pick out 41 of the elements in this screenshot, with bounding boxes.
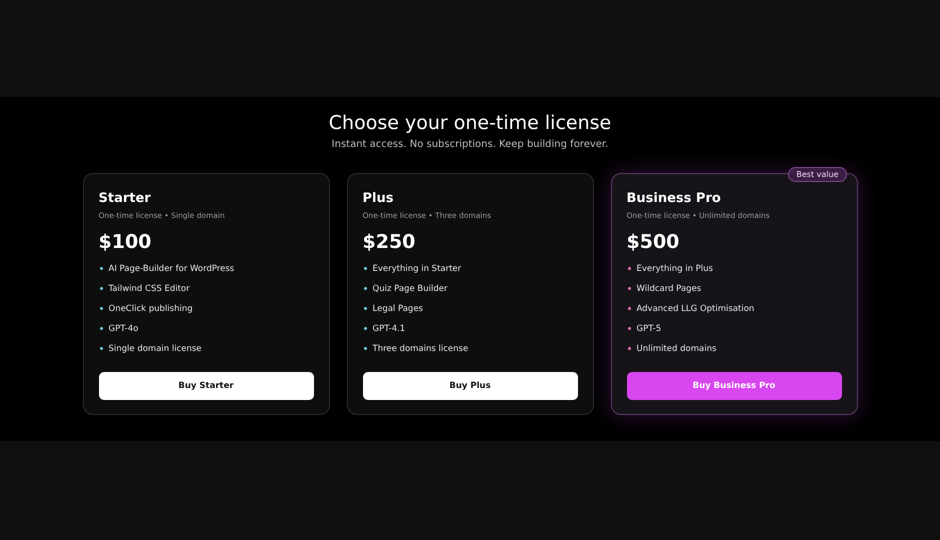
bullet-icon (100, 287, 102, 290)
section-subheading: Instant access. No subscriptions. Keep building forever. (332, 139, 608, 150)
plan-price: $500 (626, 231, 680, 253)
bullet-icon (628, 287, 630, 290)
plan-price: $100 (98, 231, 152, 253)
feature-text: Wildcard Pages (636, 284, 702, 294)
bullet-icon (364, 267, 366, 270)
bullet-icon (628, 347, 630, 350)
feature-text: GPT-5 (636, 324, 662, 334)
buy-button[interactable]: Buy Plus (362, 372, 578, 400)
bullet-icon (100, 307, 102, 310)
feature-text: Three domains license (372, 344, 468, 354)
section-heading: Choose your one-time license (328, 112, 612, 134)
plan-price: $250 (362, 231, 416, 253)
feature-text: Legal Pages (372, 304, 423, 314)
bullet-icon (100, 267, 102, 270)
bullet-icon (628, 307, 630, 310)
feature-text: Quiz Page Builder (372, 284, 448, 294)
plan-name: Business Pro (626, 191, 722, 206)
feature-text: Advanced LLG Optimisation (636, 304, 754, 314)
bullet-icon (364, 347, 366, 350)
feature-text: OneClick publishing (108, 304, 193, 314)
plan-name: Starter (98, 191, 152, 206)
bullet-icon (100, 327, 102, 330)
bullet-icon (364, 307, 366, 310)
feature-text: AI Page-Builder for WordPress (108, 264, 234, 274)
best-value-badge: Best value (788, 167, 846, 182)
feature-text: GPT-4.1 (372, 324, 406, 334)
feature-text: Unlimited domains (636, 344, 716, 354)
bullet-icon (364, 327, 366, 330)
feature-text: Single domain license (108, 344, 202, 354)
bullet-icon (364, 287, 366, 290)
feature-text: GPT-4o (108, 324, 138, 334)
plan-name: Plus (362, 191, 394, 206)
bullet-icon (100, 347, 102, 350)
feature-text: Everything in Plus (636, 264, 713, 274)
bullet-icon (628, 267, 630, 270)
bullet-icon (628, 327, 630, 330)
buy-button[interactable]: Buy Starter (98, 372, 314, 400)
feature-text: Everything in Starter (372, 264, 462, 274)
feature-text: Tailwind CSS Editor (108, 284, 190, 294)
